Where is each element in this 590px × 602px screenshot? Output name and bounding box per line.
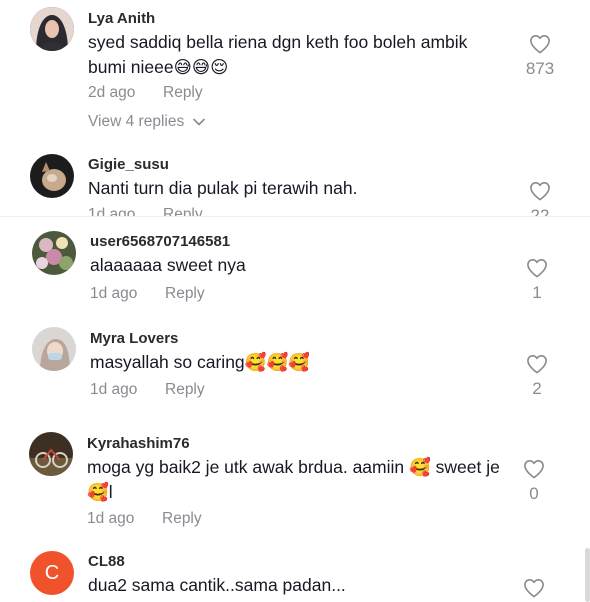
comment-username[interactable]: Gigie_susu <box>88 156 169 173</box>
heart-outline-icon <box>530 35 550 54</box>
like-count: 873 <box>525 59 555 78</box>
comment-timestamp: 2d ago <box>88 84 136 101</box>
avatar[interactable] <box>30 7 74 51</box>
comment-text: syed saddiq bella riena dgn keth foo bol… <box>88 32 473 77</box>
comment-text: alaaaaaa sweet nya <box>90 255 246 275</box>
heart-outline-icon <box>524 579 544 598</box>
clipped-meta-row: 1d ago Reply <box>0 204 590 216</box>
comment-username[interactable]: Kyrahashim76 <box>87 435 190 452</box>
avatar[interactable] <box>30 154 74 198</box>
avatar[interactable] <box>29 432 73 476</box>
avatar[interactable] <box>32 327 76 371</box>
like-button[interactable]: 873 <box>522 34 558 79</box>
comment-username[interactable]: CL88 <box>88 553 125 570</box>
avatar[interactable]: C <box>30 551 74 595</box>
comment-timestamp: 1d ago <box>87 510 135 527</box>
like-button[interactable] <box>522 181 558 201</box>
like-button[interactable] <box>516 578 552 598</box>
comment-username[interactable]: Lya Anith <box>88 10 155 27</box>
comment-text: moga yg baik2 je utk awak brdua. aamiin … <box>87 457 500 502</box>
clipped-like-count: 22 <box>522 206 558 216</box>
like-count: 22 <box>530 206 550 216</box>
comment-timestamp: 1d ago <box>88 206 136 216</box>
avatar-letter: C <box>44 561 60 584</box>
like-button[interactable]: 2 <box>519 354 555 399</box>
heart-outline-icon <box>530 182 550 201</box>
scrollbar[interactable] <box>585 548 590 602</box>
heart-outline-icon <box>527 259 547 278</box>
comment-text: masyallah so caring🥰🥰🥰 <box>90 352 311 372</box>
chevron-down-icon <box>192 113 205 131</box>
heart-outline-icon <box>524 460 544 479</box>
like-button[interactable]: 0 <box>516 459 552 504</box>
reply-button[interactable]: Reply <box>165 285 205 303</box>
comment-text: dua2 sama cantik..sama padan... <box>88 575 346 595</box>
like-count: 0 <box>529 484 539 503</box>
like-count: 2 <box>532 379 542 398</box>
comment-username[interactable]: user6568707146581 <box>90 233 230 250</box>
divider <box>0 216 590 217</box>
view-replies-label: View 4 replies <box>88 113 185 131</box>
reply-button[interactable]: Reply <box>162 510 202 528</box>
comment-timestamp: 1d ago <box>90 285 138 302</box>
reply-button[interactable]: Reply <box>165 381 205 399</box>
avatar[interactable] <box>32 231 76 275</box>
comments-screen: { "comments": [ { "username": "Lya Anith… <box>0 0 590 602</box>
view-replies-button[interactable]: View 4 replies <box>88 113 205 131</box>
comment-text: Nanti turn dia pulak pi terawih nah. <box>88 178 358 198</box>
like-count: 1 <box>532 283 542 302</box>
reply-button[interactable]: Reply <box>163 84 203 102</box>
like-button[interactable]: 1 <box>519 258 555 303</box>
reply-button[interactable]: Reply <box>163 206 203 216</box>
comment-username[interactable]: Myra Lovers <box>90 330 178 347</box>
heart-outline-icon <box>527 355 547 374</box>
comment-timestamp: 1d ago <box>90 381 138 398</box>
